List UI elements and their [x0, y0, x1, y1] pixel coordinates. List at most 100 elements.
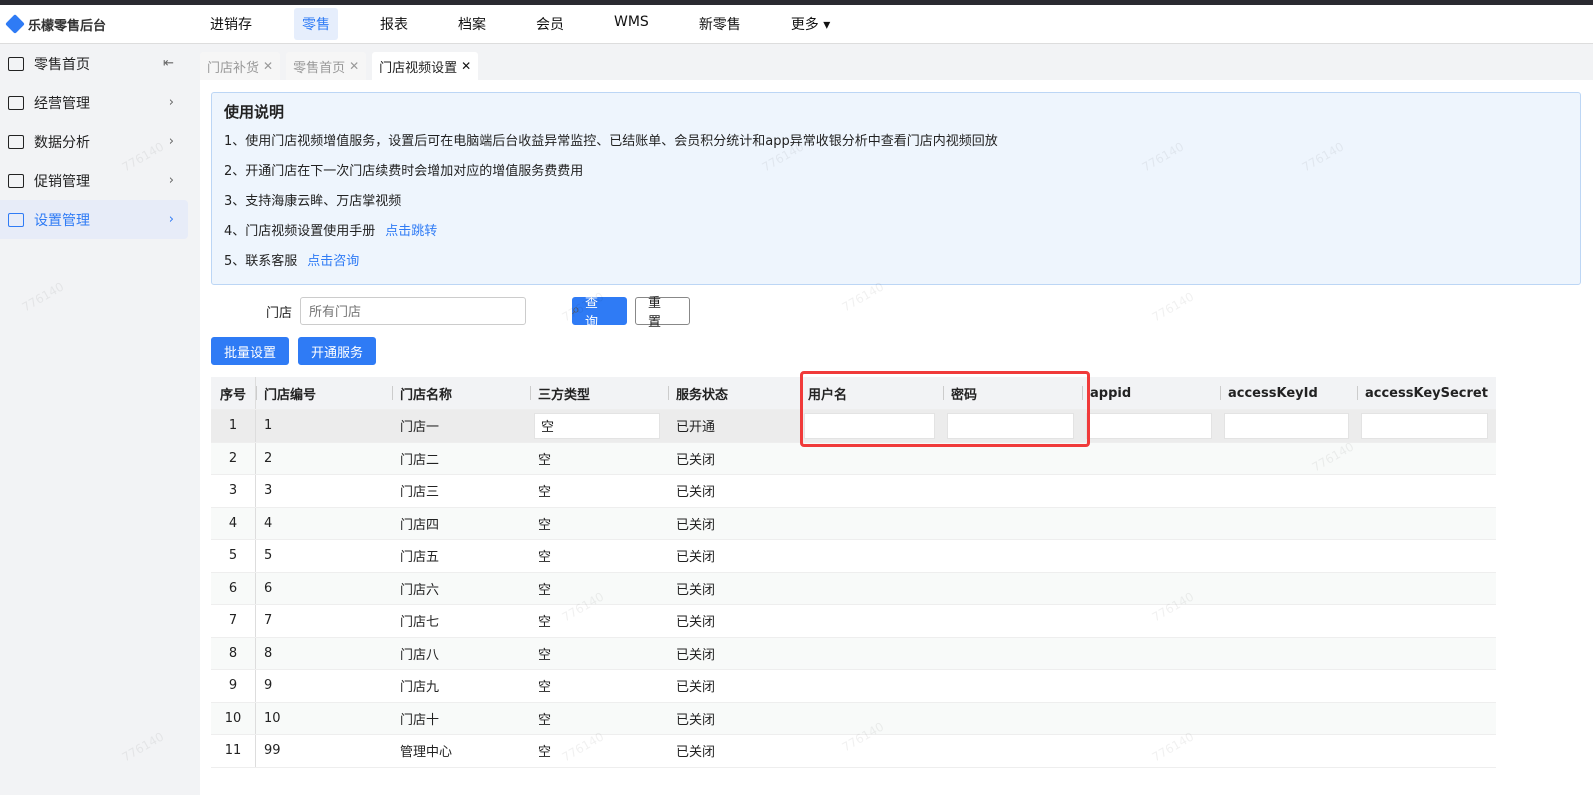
table-cell — [1082, 443, 1220, 475]
collapse-icon[interactable]: ⇤ — [163, 56, 174, 71]
sidebar-item[interactable]: 零售首页 ⇤ — [0, 44, 188, 83]
table-cell — [943, 443, 1082, 475]
nav-item[interactable]: 会员 — [528, 8, 572, 40]
table-cell: 门店九 — [400, 680, 440, 696]
tab-item[interactable]: 门店视频设置 ✕ — [372, 52, 479, 80]
table-cell: 已关闭 — [676, 550, 716, 566]
tab-label: 门店补货 — [207, 60, 260, 76]
table-cell: 6 — [264, 580, 273, 596]
table-cell: 1 — [264, 418, 273, 434]
batch-settings-button[interactable]: 批量设置 — [211, 337, 290, 365]
table-row[interactable]: 8 8 门店八 空 已关闭 — [211, 637, 1496, 670]
table-cell: 管理中心 — [400, 745, 453, 761]
sidebar-item[interactable]: 经营管理 › — [0, 83, 188, 122]
table-row[interactable]: 3 3 门店三 空 已关闭 — [211, 475, 1496, 508]
table-row[interactable]: 5 5 门店五 空 已关闭 — [211, 540, 1496, 573]
table-cell — [1082, 508, 1220, 540]
nav-item[interactable]: 新零售 — [691, 8, 749, 40]
nav-item[interactable]: 档案 — [450, 8, 494, 40]
close-icon[interactable]: ✕ — [461, 59, 471, 73]
table-row[interactable]: 10 10 门店十空已关闭 — [211, 702, 1496, 735]
table-cell: 门店二 — [400, 452, 440, 468]
reset-button[interactable]: 重 置 — [635, 296, 691, 330]
tab-item[interactable]: 门店补货 ✕ — [200, 52, 281, 80]
table-row[interactable]: 7 7 门店七 空 已关闭 — [211, 605, 1496, 638]
menu-icon — [8, 173, 24, 188]
nav-item[interactable]: WMS — [606, 8, 657, 40]
support-link[interactable]: 点击咨询 — [307, 254, 359, 269]
tab-label: 门店视频设置 — [379, 60, 458, 76]
table-cell: 空 — [538, 517, 552, 533]
menu-icon — [8, 56, 24, 71]
nav-item[interactable]: 更多 ▾ — [783, 8, 838, 40]
table-cell: 已关闭 — [676, 485, 716, 501]
menu-icon — [8, 95, 24, 110]
nav-item[interactable]: 报表 — [372, 8, 416, 40]
table-cell: 8 — [264, 645, 273, 661]
chevron-right-icon[interactable]: › — [169, 134, 174, 149]
table-cell — [943, 508, 1082, 540]
sidebar-item[interactable]: 设置管理 › — [0, 200, 188, 239]
table-cell — [943, 605, 1082, 637]
table-cell: 4 — [264, 515, 273, 531]
credential-input[interactable] — [1361, 412, 1488, 439]
table-cell: 8 — [211, 637, 256, 669]
table-cell — [1220, 410, 1357, 442]
table-cell: 已关闭 — [676, 647, 716, 663]
table-cell — [1082, 703, 1220, 735]
nav-item[interactable]: 零售 — [294, 8, 338, 40]
chevron-right-icon[interactable]: › — [169, 212, 174, 227]
notice-title: 使用说明 — [224, 103, 285, 121]
sidebar-item[interactable]: 促销管理 › — [0, 161, 188, 200]
table-cell: 2 — [264, 450, 273, 466]
column-header: 服务状态 — [668, 377, 800, 409]
table-cell: 10 — [211, 702, 256, 734]
table-row[interactable]: 9 9 门店九 空 已关闭 — [211, 670, 1496, 703]
table-cell: 空 — [538, 452, 552, 468]
close-icon[interactable]: ✕ — [263, 59, 273, 73]
table-cell — [943, 475, 1082, 507]
table-cell — [943, 670, 1082, 702]
table-cell: 5 — [211, 540, 256, 572]
table-row[interactable]: 4 4 门店四 空 已关闭 — [211, 507, 1496, 540]
table-cell — [943, 540, 1082, 572]
table-cell — [800, 605, 943, 637]
table-cell — [800, 475, 943, 507]
third-party-type-select[interactable]: 空 — [534, 412, 660, 439]
table-cell: 9 — [211, 670, 256, 702]
top-nav: 进销存 零售 报表 档案 会员 WMS 新零售 更多 ▾ — [202, 8, 872, 40]
tab-item[interactable]: 零售首页 ✕ — [286, 52, 367, 80]
table-cell — [1357, 605, 1496, 637]
table-cell — [1082, 540, 1220, 572]
manual-link[interactable]: 点击跳转 — [385, 224, 437, 239]
close-icon[interactable]: ✕ — [349, 59, 359, 73]
table-row[interactable]: 6 6 门店六空已关闭 — [211, 572, 1496, 605]
credential-input[interactable] — [1224, 412, 1349, 439]
store-search-input[interactable] — [300, 297, 527, 325]
sidebar-item-label: 经营管理 — [34, 95, 90, 112]
column-header: 门店名称 — [392, 377, 530, 409]
nav-item[interactable]: 进销存 — [202, 8, 260, 40]
logo-icon — [5, 14, 25, 34]
table-cell — [1357, 670, 1496, 702]
usage-notice: 使用说明 1、使用门店视频增值服务，设置后可在电脑端后台收益异常监控、已结账单、… — [211, 92, 1581, 285]
chevron-right-icon[interactable]: › — [169, 173, 174, 188]
table-row[interactable]: 2 2 门店二 空 已关闭 — [211, 442, 1496, 475]
table-cell: 9 — [264, 678, 273, 694]
table-cell: 门店四 — [400, 517, 440, 533]
notice-text: 4、门店视频设置使用手册 — [224, 224, 376, 239]
table-cell — [1357, 410, 1496, 442]
table-cell: 7 — [211, 605, 256, 637]
table-cell: 10 — [264, 710, 281, 726]
open-service-button[interactable]: 开通服务 — [298, 337, 377, 365]
table-cell — [1082, 573, 1220, 605]
table-cell: 门店六 — [400, 582, 440, 598]
table-cell: 空 — [530, 410, 668, 442]
table-cell — [800, 670, 943, 702]
credential-input[interactable] — [1086, 412, 1212, 439]
table-cell — [1082, 605, 1220, 637]
table-cell: 已开通 — [676, 420, 716, 436]
chevron-right-icon[interactable]: › — [169, 95, 174, 110]
tab-label: 零售首页 — [293, 60, 346, 76]
table-cell: 空 — [538, 550, 552, 566]
